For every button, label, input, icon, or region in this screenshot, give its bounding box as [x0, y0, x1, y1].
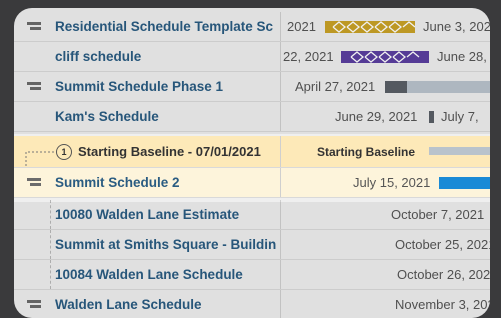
end-date: June 3, 2021 — [423, 19, 490, 34]
start-date: June 29, 2021 — [335, 109, 418, 124]
table-row[interactable]: cliff schedule 22, 2021 June 28, 2 — [14, 42, 490, 72]
baseline-gantt-label: Starting Baseline — [317, 144, 416, 159]
schedule-name-link[interactable]: 10080 Walden Lane Estimate — [55, 200, 280, 229]
schedule-name-link[interactable]: cliff schedule — [55, 42, 280, 71]
table-row[interactable]: Kam's Schedule June 29, 2021 July 7, — [14, 102, 490, 132]
schedule-icon — [14, 168, 54, 197]
schedule-name-link[interactable]: 10084 Walden Lane Schedule — [55, 260, 280, 289]
table-row[interactable]: Residential Schedule Template Sc 2021 Ju… — [14, 12, 490, 42]
start-date: July 15, 2021 — [353, 175, 431, 190]
table-row[interactable]: Summit at Smiths Square - Buildin Octobe… — [14, 230, 490, 260]
table-row-selected[interactable]: Summit Schedule 2 July 15, 2021 — [14, 168, 490, 198]
end-date: July 7, — [441, 109, 479, 124]
table-row[interactable]: 10080 Walden Lane Estimate October 7, 20… — [14, 200, 490, 230]
gantt-bar[interactable] — [325, 21, 415, 33]
schedule-gantt-panel: Residential Schedule Template Sc 2021 Ju… — [14, 8, 490, 318]
schedule-icon — [14, 72, 54, 101]
schedule-name-link[interactable]: Walden Lane Schedule — [55, 290, 280, 318]
start-date: October 25, 2021 — [395, 237, 490, 252]
start-date: 2021 — [287, 19, 316, 34]
start-date: April 27, 2021 — [295, 79, 376, 94]
gantt-bar-remaining[interactable] — [407, 81, 490, 93]
table-row[interactable]: Summit Schedule Phase 1 April 27, 2021 — [14, 72, 490, 102]
start-date: October 26, 2021 — [397, 267, 490, 282]
gantt-bar[interactable] — [429, 111, 434, 123]
baseline-bar[interactable] — [429, 147, 490, 155]
start-date: November 3, 2021 — [395, 297, 490, 312]
schedule-name-link[interactable]: Summit Schedule Phase 1 — [55, 72, 280, 101]
table-row[interactable]: 10084 Walden Lane Schedule October 26, 2… — [14, 260, 490, 290]
schedule-name-link[interactable]: Summit at Smiths Square - Buildin — [55, 230, 280, 259]
baseline-row[interactable]: 1 Starting Baseline - 07/01/2021 Startin… — [14, 136, 490, 178]
start-date: October 7, 2021 — [391, 207, 485, 222]
schedule-name-link[interactable]: Residential Schedule Template Sc — [55, 12, 280, 41]
gantt-bar[interactable] — [385, 81, 407, 93]
table-row[interactable]: Walden Lane Schedule November 3, 2021 — [14, 290, 490, 318]
end-date: June 28, 2 — [437, 49, 490, 64]
schedule-icon — [14, 12, 54, 41]
baseline-number-badge: 1 — [56, 143, 72, 160]
schedule-name-link[interactable]: Kam's Schedule — [55, 102, 280, 131]
gantt-bar[interactable] — [341, 51, 429, 63]
baseline-name[interactable]: Starting Baseline - 07/01/2021 — [78, 144, 261, 159]
schedule-name-link[interactable]: Summit Schedule 2 — [55, 168, 280, 197]
start-date: 22, 2021 — [283, 49, 334, 64]
schedule-icon — [14, 290, 54, 318]
gantt-bar[interactable] — [439, 177, 490, 189]
